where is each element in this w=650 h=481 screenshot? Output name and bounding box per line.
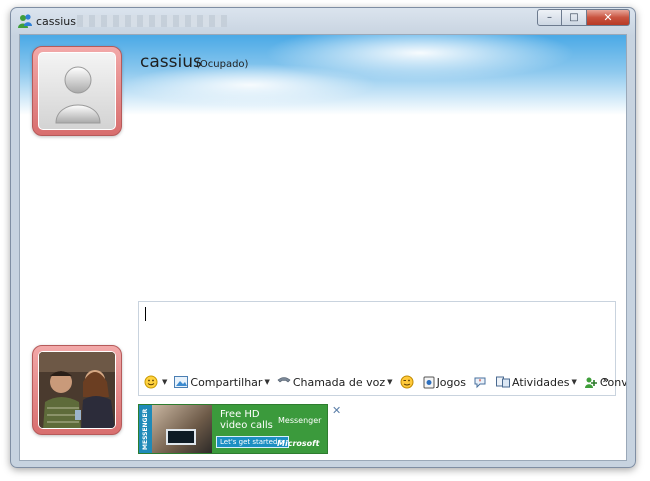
voice-call-button[interactable]: Chamada de voz ▼ (277, 376, 393, 389)
ad-tip-label: MESSENGER TIP (139, 405, 162, 453)
conversation-pane: cassius (Ocupado) ▼ Compartilhar ▼ Chama… (19, 34, 627, 461)
ad-headline-line2: video calls (220, 420, 273, 431)
activities-button[interactable]: Atividades ▼ (495, 375, 577, 389)
ad-microsoft-logo: Microsoft (277, 439, 320, 448)
ad-messenger-logo: Messenger (278, 416, 322, 425)
share-label: Compartilhar (190, 375, 263, 389)
share-button[interactable]: Compartilhar ▼ (174, 375, 270, 389)
message-input[interactable]: ▼ Compartilhar ▼ Chamada de voz ▼ Jogos … (138, 301, 626, 396)
compose-toolbar: ▼ Compartilhar ▼ Chamada de voz ▼ Jogos … (139, 369, 626, 395)
messenger-tip-ad[interactable]: MESSENGER TIP Free HD video calls Let's … (138, 404, 328, 454)
maximize-button[interactable]: □ (562, 9, 587, 26)
invite-icon (584, 377, 597, 388)
share-icon (174, 376, 189, 388)
nudge-button[interactable] (473, 376, 489, 389)
wink-button[interactable] (400, 375, 416, 389)
wink-icon (400, 375, 414, 389)
title-bar[interactable]: cassius – □ ✕ (11, 8, 635, 34)
laptop-icon (166, 429, 196, 445)
window-title: cassius (36, 15, 77, 28)
close-button[interactable]: ✕ (587, 9, 630, 26)
games-icon (423, 376, 435, 388)
contact-status: (Ocupado) (196, 59, 249, 70)
emoticon-button[interactable]: ▼ (144, 375, 167, 389)
ad-headline-line1: Free HD (220, 409, 260, 420)
window-controls: – □ ✕ (537, 9, 630, 26)
minimize-button[interactable]: – (537, 9, 562, 26)
toolbar-overflow-button[interactable]: » (603, 375, 609, 386)
messenger-icon (18, 14, 32, 28)
emoticon-icon (144, 375, 158, 389)
phone-icon (277, 377, 291, 383)
self-avatar[interactable] (32, 345, 122, 435)
text-caret (145, 307, 146, 321)
ad-close-icon[interactable]: ✕ (332, 404, 341, 417)
chevron-down-icon: ▼ (571, 378, 577, 386)
games-label: Jogos (436, 375, 466, 389)
chevron-down-icon: ▼ (264, 378, 270, 386)
activities-icon (495, 376, 510, 388)
contact-avatar[interactable] (32, 46, 122, 136)
ad-photo (152, 405, 212, 453)
default-user-icon (55, 66, 101, 124)
self-photo (39, 352, 115, 428)
blurred-title-text (77, 15, 227, 27)
activities-label: Atividades (511, 375, 570, 389)
contact-name: cassius (140, 52, 202, 72)
chevron-down-icon: ▼ (387, 378, 393, 386)
nudge-icon (474, 377, 486, 388)
games-button[interactable]: Jogos (423, 376, 466, 389)
chevron-down-icon: ▼ (162, 378, 168, 386)
voice-call-label: Chamada de voz (292, 375, 386, 389)
chat-window: cassius – □ ✕ cassius (Ocupado) ▼ Compar… (10, 7, 636, 468)
